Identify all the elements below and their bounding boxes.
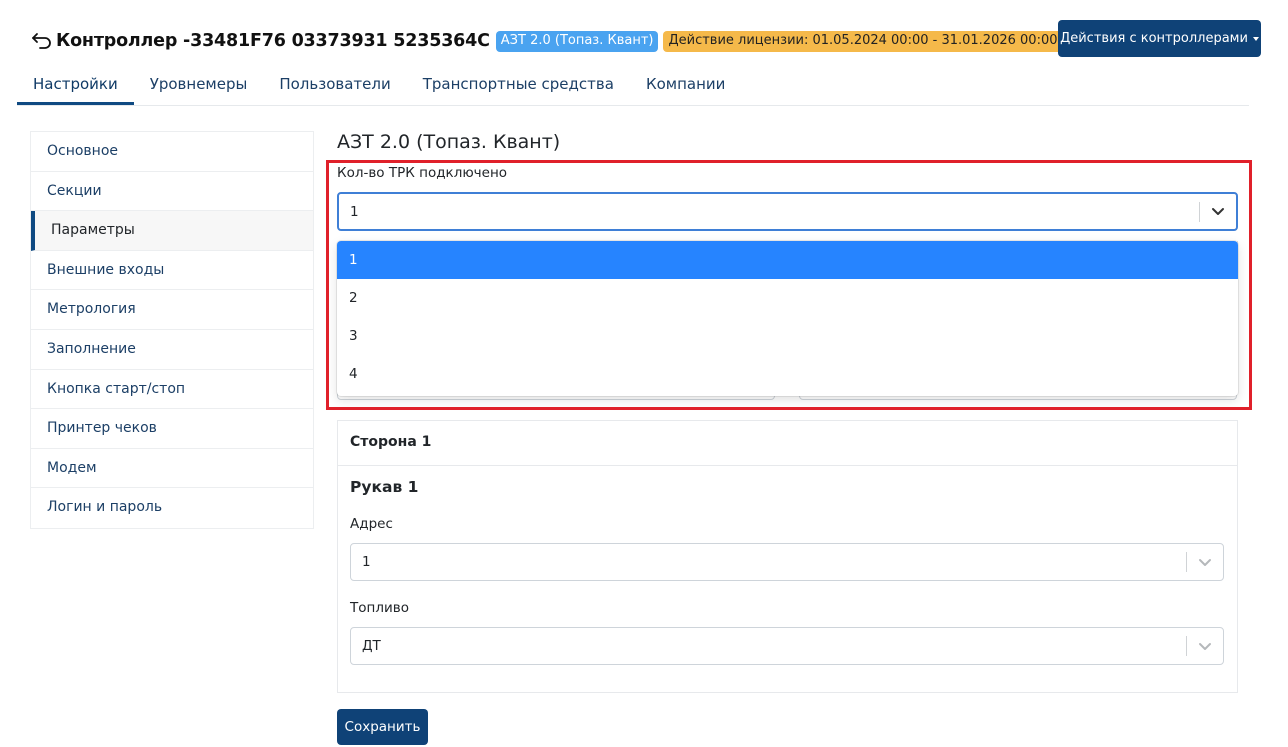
sidebar-item-login-password[interactable]: Логин и пароль — [31, 488, 313, 528]
sidebar-item-general[interactable]: Основное — [31, 132, 313, 172]
sidebar-item-parameters[interactable]: Параметры — [31, 211, 313, 251]
address-select[interactable]: 1 — [350, 543, 1224, 581]
trk-count-value: 1 — [350, 203, 359, 220]
page-header: Контроллер -33481F76 03373931 5235364C А… — [30, 28, 1063, 54]
controller-type-badge: АЗТ 2.0 (Топаз. Квант) — [495, 30, 659, 52]
dropdown-option[interactable]: 2 — [337, 279, 1238, 317]
fuel-value: ДТ — [362, 638, 381, 654]
sidebar-item-external-inputs[interactable]: Внешние входы — [31, 251, 313, 291]
tab-users[interactable]: Пользователи — [263, 66, 406, 105]
address-value: 1 — [362, 554, 371, 570]
main-tabs: Настройки Уровнемеры Пользователи Трансп… — [17, 66, 1249, 106]
caret-down-icon — [1252, 36, 1259, 41]
fuel-select[interactable]: ДТ — [350, 627, 1224, 665]
controller-actions-label: Действия с контроллерами — [1060, 31, 1248, 46]
side-card: Сторона 1 Рукав 1 Адрес 1 Топливо ДТ — [337, 420, 1238, 693]
trk-count-dropdown-menu: 1 2 3 4 — [337, 241, 1238, 396]
arrow-back-icon[interactable] — [30, 29, 54, 53]
trk-count-select[interactable]: 1 — [337, 192, 1238, 231]
sidebar-item-modem[interactable]: Модем — [31, 449, 313, 489]
dropdown-option[interactable]: 3 — [337, 317, 1238, 355]
chevron-down-icon[interactable] — [1187, 642, 1223, 651]
trk-count-label: Кол-во ТРК подключено — [337, 165, 508, 181]
settings-sidebar: Основное Секции Параметры Внешние входы … — [30, 131, 314, 529]
sidebar-item-start-stop-button[interactable]: Кнопка старт/стоп — [31, 370, 313, 410]
tab-companies[interactable]: Компании — [630, 66, 741, 105]
page-title: Контроллер -33481F76 03373931 5235364C — [56, 31, 490, 51]
sidebar-item-metrology[interactable]: Метрология — [31, 290, 313, 330]
tab-level-gauges[interactable]: Уровнемеры — [134, 66, 264, 105]
dropdown-option[interactable]: 4 — [337, 355, 1238, 393]
sidebar-item-sections[interactable]: Секции — [31, 172, 313, 212]
chevron-down-icon[interactable] — [1187, 558, 1223, 567]
tab-settings[interactable]: Настройки — [17, 66, 134, 105]
license-badge: Действие лицензии: 01.05.2024 00:00 - 31… — [663, 30, 1063, 52]
sidebar-item-filling[interactable]: Заполнение — [31, 330, 313, 370]
card-header: Сторона 1 — [338, 421, 1237, 466]
controller-actions-button[interactable]: Действия с контроллерами — [1058, 20, 1261, 57]
dropdown-option[interactable]: 1 — [337, 241, 1238, 279]
tab-vehicles[interactable]: Транспортные средства — [407, 66, 630, 105]
hose-title: Рукав 1 — [350, 478, 419, 496]
fuel-label: Топливо — [350, 600, 409, 616]
save-button[interactable]: Сохранить — [337, 709, 428, 745]
chevron-down-icon[interactable] — [1200, 207, 1236, 216]
address-label: Адрес — [350, 516, 393, 532]
section-title: АЗТ 2.0 (Топаз. Квант) — [337, 131, 561, 153]
sidebar-item-receipt-printer[interactable]: Принтер чеков — [31, 409, 313, 449]
